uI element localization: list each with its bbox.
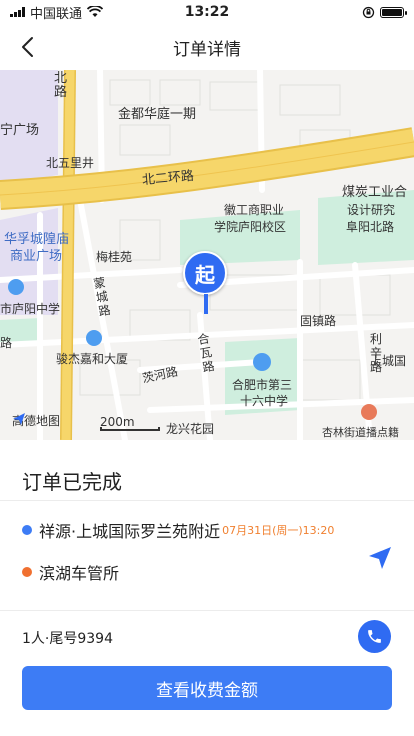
start-pin: 起	[183, 251, 227, 295]
map-label: 徽工商职业	[224, 203, 285, 217]
call-button[interactable]	[358, 620, 391, 653]
page-title: 订单详情	[173, 39, 241, 60]
map-label: 北 路	[54, 71, 68, 100]
map-label: 十六中学	[240, 394, 289, 408]
phone-icon	[368, 630, 381, 643]
order-panel: 订单已完成 祥源·上城国际罗兰苑附近 07月31日(周一)13:20 滨湖车管所…	[0, 440, 414, 736]
map-label: 梅桂苑	[96, 250, 133, 264]
passenger-info: 1人·尾号9394	[22, 631, 113, 647]
map-label: 骏杰嘉和大厦	[56, 352, 129, 366]
map-label: 上城国	[370, 354, 407, 368]
signal-icon	[10, 7, 25, 17]
wifi-icon	[87, 6, 104, 17]
dropoff-row[interactable]: 滨湖车管所	[22, 560, 119, 584]
nav-header: 订单详情	[0, 24, 414, 70]
carrier-name: 中国联通	[30, 6, 83, 22]
map-scale-bar	[100, 427, 160, 431]
map-label: 杏林街道播点籍	[322, 426, 399, 439]
map-label: 学院庐阳校区	[214, 220, 287, 234]
divider	[0, 500, 414, 501]
start-marker[interactable]: 起	[183, 251, 229, 319]
map-label: 固镇路	[300, 314, 337, 328]
map-label: 宁广场	[0, 123, 40, 138]
map-label: 煤炭工业合	[342, 185, 408, 200]
amap-logo-icon	[13, 413, 25, 425]
divider	[0, 610, 414, 611]
pickup-row[interactable]: 祥源·上城国际罗兰苑附近 07月31日(周一)13:20	[22, 518, 334, 542]
chevron-left-icon	[22, 37, 33, 57]
map-label: 北五里井	[46, 156, 95, 170]
pickup-dot	[22, 525, 32, 535]
map-label: 金都华庭一期	[118, 107, 197, 122]
map-label: 市庐阳中学	[0, 302, 61, 316]
view-fee-button[interactable]: 查看收费金额	[22, 666, 392, 710]
map-label: 商业广场	[10, 249, 63, 264]
dropoff-dot	[22, 567, 32, 577]
map-logo: 高德地图	[12, 412, 60, 429]
status-right	[362, 6, 407, 19]
map-label: 设计研究	[347, 203, 396, 217]
dropoff-address: 滨湖车管所	[39, 564, 120, 583]
order-status: 订单已完成	[22, 470, 122, 494]
map-view[interactable]: 北 路 金都华庭一期 宁广场 北五里井 北二环路 煤炭工业合 设计研究 阜阳北路…	[0, 70, 414, 440]
map-label: 合肥市第三	[232, 378, 293, 392]
pickup-time: 07月31日(周一)13:20	[222, 524, 335, 537]
status-bar: 中国联通 13:22	[0, 0, 414, 24]
status-left: 中国联通	[10, 3, 104, 22]
battery-icon	[380, 6, 407, 18]
start-stem	[204, 294, 208, 314]
map-label: 龙兴花园	[166, 422, 215, 436]
map-label: 路	[0, 336, 13, 350]
back-button[interactable]	[12, 32, 42, 62]
map-label: 华孚城隍庙	[4, 232, 70, 247]
navigation-arrow-icon[interactable]	[366, 543, 394, 571]
orientation-lock-icon	[362, 6, 375, 18]
pickup-address: 祥源·上城国际罗兰苑附近	[39, 522, 221, 541]
map-label: 阜阳北路	[346, 220, 395, 234]
